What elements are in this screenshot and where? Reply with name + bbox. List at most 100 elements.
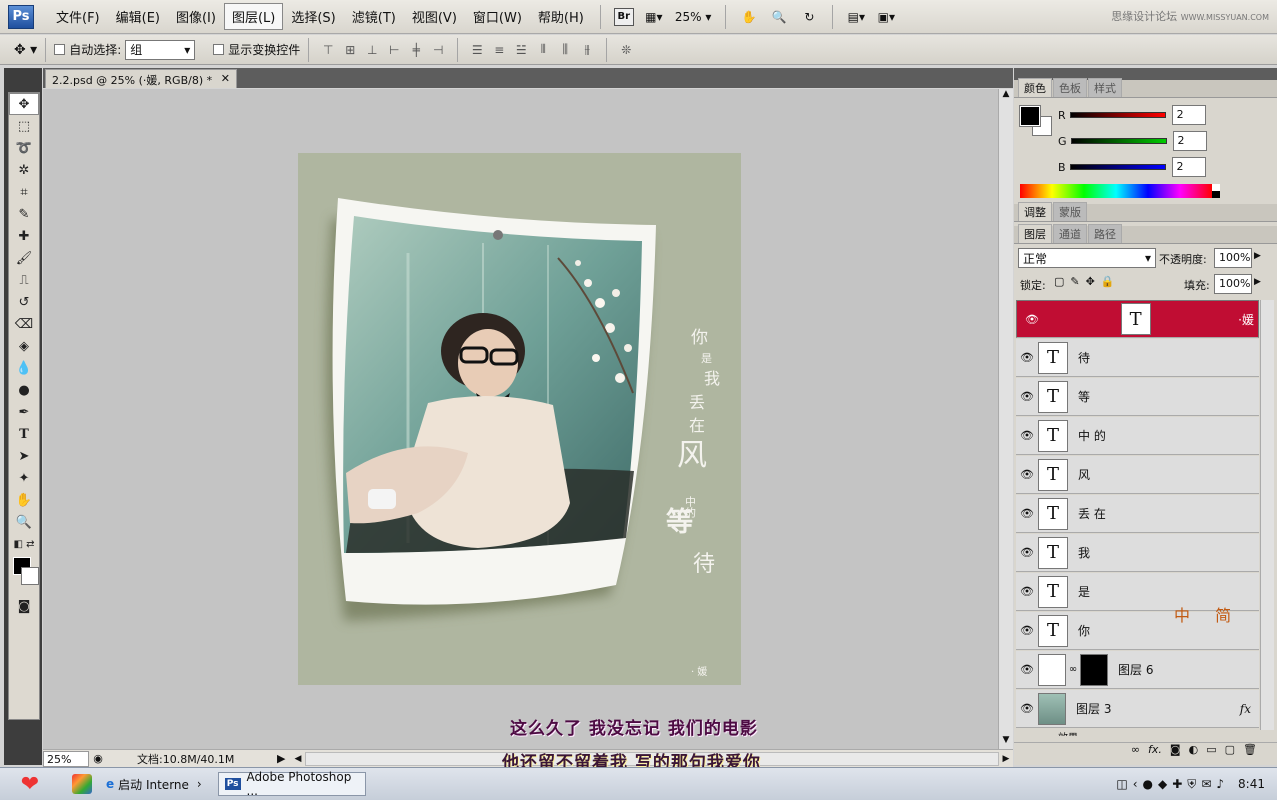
tab-layers[interactable]: 图层 bbox=[1018, 224, 1052, 243]
swap-colors-icon[interactable]: ◧ ⇄ bbox=[9, 533, 39, 555]
add-mask-icon[interactable]: ◙ bbox=[1170, 743, 1181, 760]
blue-slider[interactable] bbox=[1069, 164, 1166, 170]
blend-mode-dropdown[interactable]: 正常 ▾ bbox=[1018, 248, 1156, 268]
dodge-tool-icon[interactable]: ● bbox=[9, 379, 39, 401]
marquee-tool-icon[interactable]: ⬚ bbox=[9, 115, 39, 137]
menu-edit[interactable]: 编辑(E) bbox=[108, 3, 168, 30]
zoom-select[interactable]: 25% ▾ bbox=[675, 10, 712, 24]
status-menu-arrow-icon[interactable]: ▶ bbox=[277, 752, 287, 765]
menu-select[interactable]: 选择(S) bbox=[283, 3, 343, 30]
add-style-icon[interactable]: fx. bbox=[1148, 743, 1162, 760]
layer-mask-thumb[interactable] bbox=[1080, 653, 1108, 686]
menu-file[interactable]: 文件(F) bbox=[48, 3, 108, 30]
align-vcenter-icon[interactable]: ⊞ bbox=[341, 42, 359, 58]
zoom-icon[interactable]: 🔍 bbox=[767, 6, 791, 28]
layer-row[interactable]: 👁 T 中 的 bbox=[1016, 417, 1259, 455]
tray-ime-icon[interactable]: ◫ bbox=[1116, 777, 1127, 792]
layer-row[interactable]: 👁 ∞ 图层 6 bbox=[1016, 651, 1259, 689]
eye-icon[interactable]: 👁 bbox=[1016, 546, 1038, 559]
opacity-arrow-icon[interactable]: ▶ bbox=[1254, 251, 1261, 261]
ie-quicklaunch[interactable]: e 启动 Interne › bbox=[106, 776, 202, 793]
arrange-documents-icon[interactable]: ▤▾ bbox=[844, 6, 868, 28]
move-tool-icon[interactable]: ✥ bbox=[9, 93, 39, 115]
distribute-top-icon[interactable]: ☰ bbox=[468, 42, 486, 58]
tray-icon-4[interactable]: ✉ bbox=[1201, 777, 1211, 792]
link-icon[interactable]: ∞ bbox=[1066, 664, 1080, 675]
color-swatches[interactable] bbox=[9, 555, 39, 595]
document-tab[interactable]: 2.2.psd @ 25% (·媛, RGB/8) * ✕ bbox=[45, 69, 237, 88]
healing-brush-tool-icon[interactable]: ✚ bbox=[9, 225, 39, 247]
green-slider[interactable] bbox=[1070, 138, 1167, 144]
align-top-icon[interactable]: ⊤ bbox=[319, 42, 337, 58]
distribute-left-icon[interactable]: ⫴ bbox=[534, 42, 552, 58]
align-left-icon[interactable]: ⊢ bbox=[385, 42, 403, 58]
tray-icon-2[interactable]: ◆ bbox=[1158, 777, 1167, 792]
red-slider[interactable] bbox=[1069, 112, 1166, 118]
layers-scrollbar[interactable] bbox=[1260, 300, 1274, 730]
hscroll-left-icon[interactable]: ◀ bbox=[291, 754, 305, 764]
color-spectrum-bar[interactable] bbox=[1020, 184, 1212, 198]
eye-icon[interactable]: 👁 bbox=[1016, 468, 1038, 481]
type-tool-icon[interactable]: T bbox=[9, 423, 39, 445]
eye-icon[interactable]: 👁 bbox=[1016, 663, 1038, 676]
eye-icon[interactable]: 👁 bbox=[1016, 390, 1038, 403]
eye-icon[interactable]: 👁 bbox=[1016, 507, 1038, 520]
tray-volume-icon[interactable]: ♪ bbox=[1216, 777, 1224, 792]
menu-window[interactable]: 窗口(W) bbox=[465, 3, 530, 30]
fill-arrow-icon[interactable]: ▶ bbox=[1254, 277, 1261, 287]
crop-tool-icon[interactable]: ⌗ bbox=[9, 181, 39, 203]
eye-icon[interactable]: 👁 bbox=[1016, 624, 1038, 637]
mini-bridge-icon[interactable]: ▦▾ bbox=[642, 6, 666, 28]
eye-icon[interactable]: 👁 bbox=[1016, 351, 1038, 364]
status-icon[interactable]: ◉ bbox=[89, 752, 107, 765]
distribute-right-icon[interactable]: ⫵ bbox=[578, 42, 596, 58]
hand-tool-icon[interactable]: ✋ bbox=[9, 489, 39, 511]
tab-masks[interactable]: 蒙版 bbox=[1053, 202, 1087, 221]
new-layer-icon[interactable]: ▢ bbox=[1225, 743, 1235, 760]
align-bottom-icon[interactable]: ⊥ bbox=[363, 42, 381, 58]
close-tab-icon[interactable]: ✕ bbox=[221, 72, 230, 86]
tab-styles[interactable]: 样式 bbox=[1088, 78, 1122, 97]
distribute-hcenter-icon[interactable]: ⫼ bbox=[556, 42, 574, 58]
eyedropper-tool-icon[interactable]: ✎ bbox=[9, 203, 39, 225]
screen-mode-icon[interactable]: ▣▾ bbox=[874, 6, 898, 28]
red-value-input[interactable]: 2 bbox=[1171, 105, 1206, 125]
quick-mask-icon[interactable]: ◙ bbox=[9, 595, 39, 617]
document-canvas[interactable]: 你 是 我 丢 在 风 中的 等 待 · 媛 bbox=[298, 153, 741, 685]
scroll-up-icon[interactable]: ▲ bbox=[999, 89, 1013, 103]
layer-row[interactable]: 👁 T 丢 在 bbox=[1016, 495, 1259, 533]
adjustment-layer-icon[interactable]: ◐ bbox=[1189, 743, 1199, 760]
magic-wand-tool-icon[interactable]: ✲ bbox=[9, 159, 39, 181]
zoom-tool-icon[interactable]: 🔍 bbox=[9, 511, 39, 533]
menu-image[interactable]: 图像(I) bbox=[168, 3, 224, 30]
tray-icon-1[interactable]: ● bbox=[1143, 777, 1153, 792]
hscroll-right-icon[interactable]: ▶ bbox=[999, 754, 1013, 764]
brush-tool-icon[interactable]: 🖌 bbox=[9, 247, 39, 269]
show-transform-checkbox[interactable] bbox=[213, 44, 225, 55]
opacity-input[interactable]: 100% bbox=[1214, 248, 1252, 268]
status-zoom-field[interactable]: 25% bbox=[43, 750, 89, 767]
eye-icon[interactable]: 👁 bbox=[1016, 429, 1038, 442]
eye-icon[interactable]: 👁 bbox=[1016, 585, 1038, 598]
panel-foreground-swatch[interactable] bbox=[1019, 105, 1041, 127]
tray-shield-icon[interactable]: ⛨ bbox=[1187, 777, 1196, 792]
auto-select-dropdown[interactable]: 组 ▾ bbox=[125, 39, 196, 60]
layer-row[interactable]: 👁 T ·媛 bbox=[1016, 300, 1259, 338]
pen-tool-icon[interactable]: ✒ bbox=[9, 401, 39, 423]
blue-value-input[interactable]: 2 bbox=[1171, 157, 1206, 177]
distribute-vcenter-icon[interactable]: ≡ bbox=[490, 42, 508, 58]
layer-row[interactable]: 👁 T 等 bbox=[1016, 378, 1259, 416]
auto-select-checkbox[interactable] bbox=[54, 44, 66, 55]
custom-shape-tool-icon[interactable]: ✦ bbox=[9, 467, 39, 489]
menu-layer[interactable]: 图层(L) bbox=[223, 3, 284, 30]
canvas-vertical-scrollbar[interactable]: ▲ ▼ bbox=[998, 89, 1013, 749]
align-hcenter-icon[interactable]: ╪ bbox=[407, 42, 425, 58]
move-tool-preset-icon[interactable]: ✥ ▾ bbox=[14, 42, 37, 58]
eye-icon[interactable]: 👁 bbox=[1021, 313, 1043, 326]
green-value-input[interactable]: 2 bbox=[1172, 131, 1207, 151]
align-right-icon[interactable]: ⊣ bbox=[429, 42, 447, 58]
distribute-bottom-icon[interactable]: ☱ bbox=[512, 42, 530, 58]
tab-channels[interactable]: 通道 bbox=[1053, 224, 1087, 243]
tab-paths[interactable]: 路径 bbox=[1088, 224, 1122, 243]
scroll-down-icon[interactable]: ▼ bbox=[999, 735, 1013, 749]
